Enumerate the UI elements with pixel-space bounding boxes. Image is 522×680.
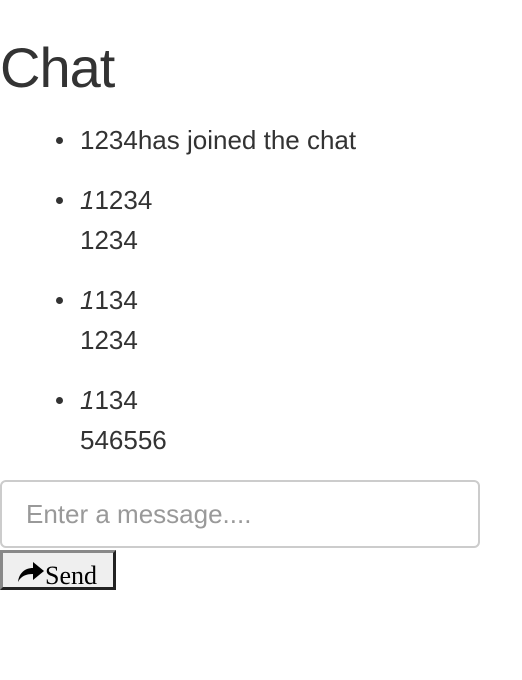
message-header: 1134 [80,380,356,420]
share-arrow-icon [18,562,44,582]
message-input[interactable] [0,480,480,548]
message-item: 1234has joined the chat [55,120,357,160]
message-item: 11234 1234 [55,180,356,260]
message-text: 1234 [80,325,138,355]
send-button[interactable]: Send [0,550,116,590]
page-title: Chat [0,36,115,99]
send-label: Send [45,561,97,590]
message-text: 546556 [80,425,167,455]
message-item: 1134 1234 [55,280,356,360]
message-sender: 1234 [94,185,153,215]
message-text: 1234has joined the chat [80,125,357,155]
message-sender: 134 [94,285,138,315]
chat-page: Chat 1234has joined the chat 11234 1234 … [0,0,522,680]
message-item: 1134 546556 [55,380,356,460]
message-text: 1234 [80,225,138,255]
message-list: 1234has joined the chat 11234 1234 1134 … [0,120,356,480]
message-sender: 134 [94,385,138,415]
message-mark: 1 [80,385,95,415]
message-input-wrapper [0,480,480,548]
message-mark: 1 [80,185,95,215]
message-header: 1134 [80,280,356,320]
message-mark: 1 [80,285,95,315]
message-header: 11234 [80,180,356,220]
